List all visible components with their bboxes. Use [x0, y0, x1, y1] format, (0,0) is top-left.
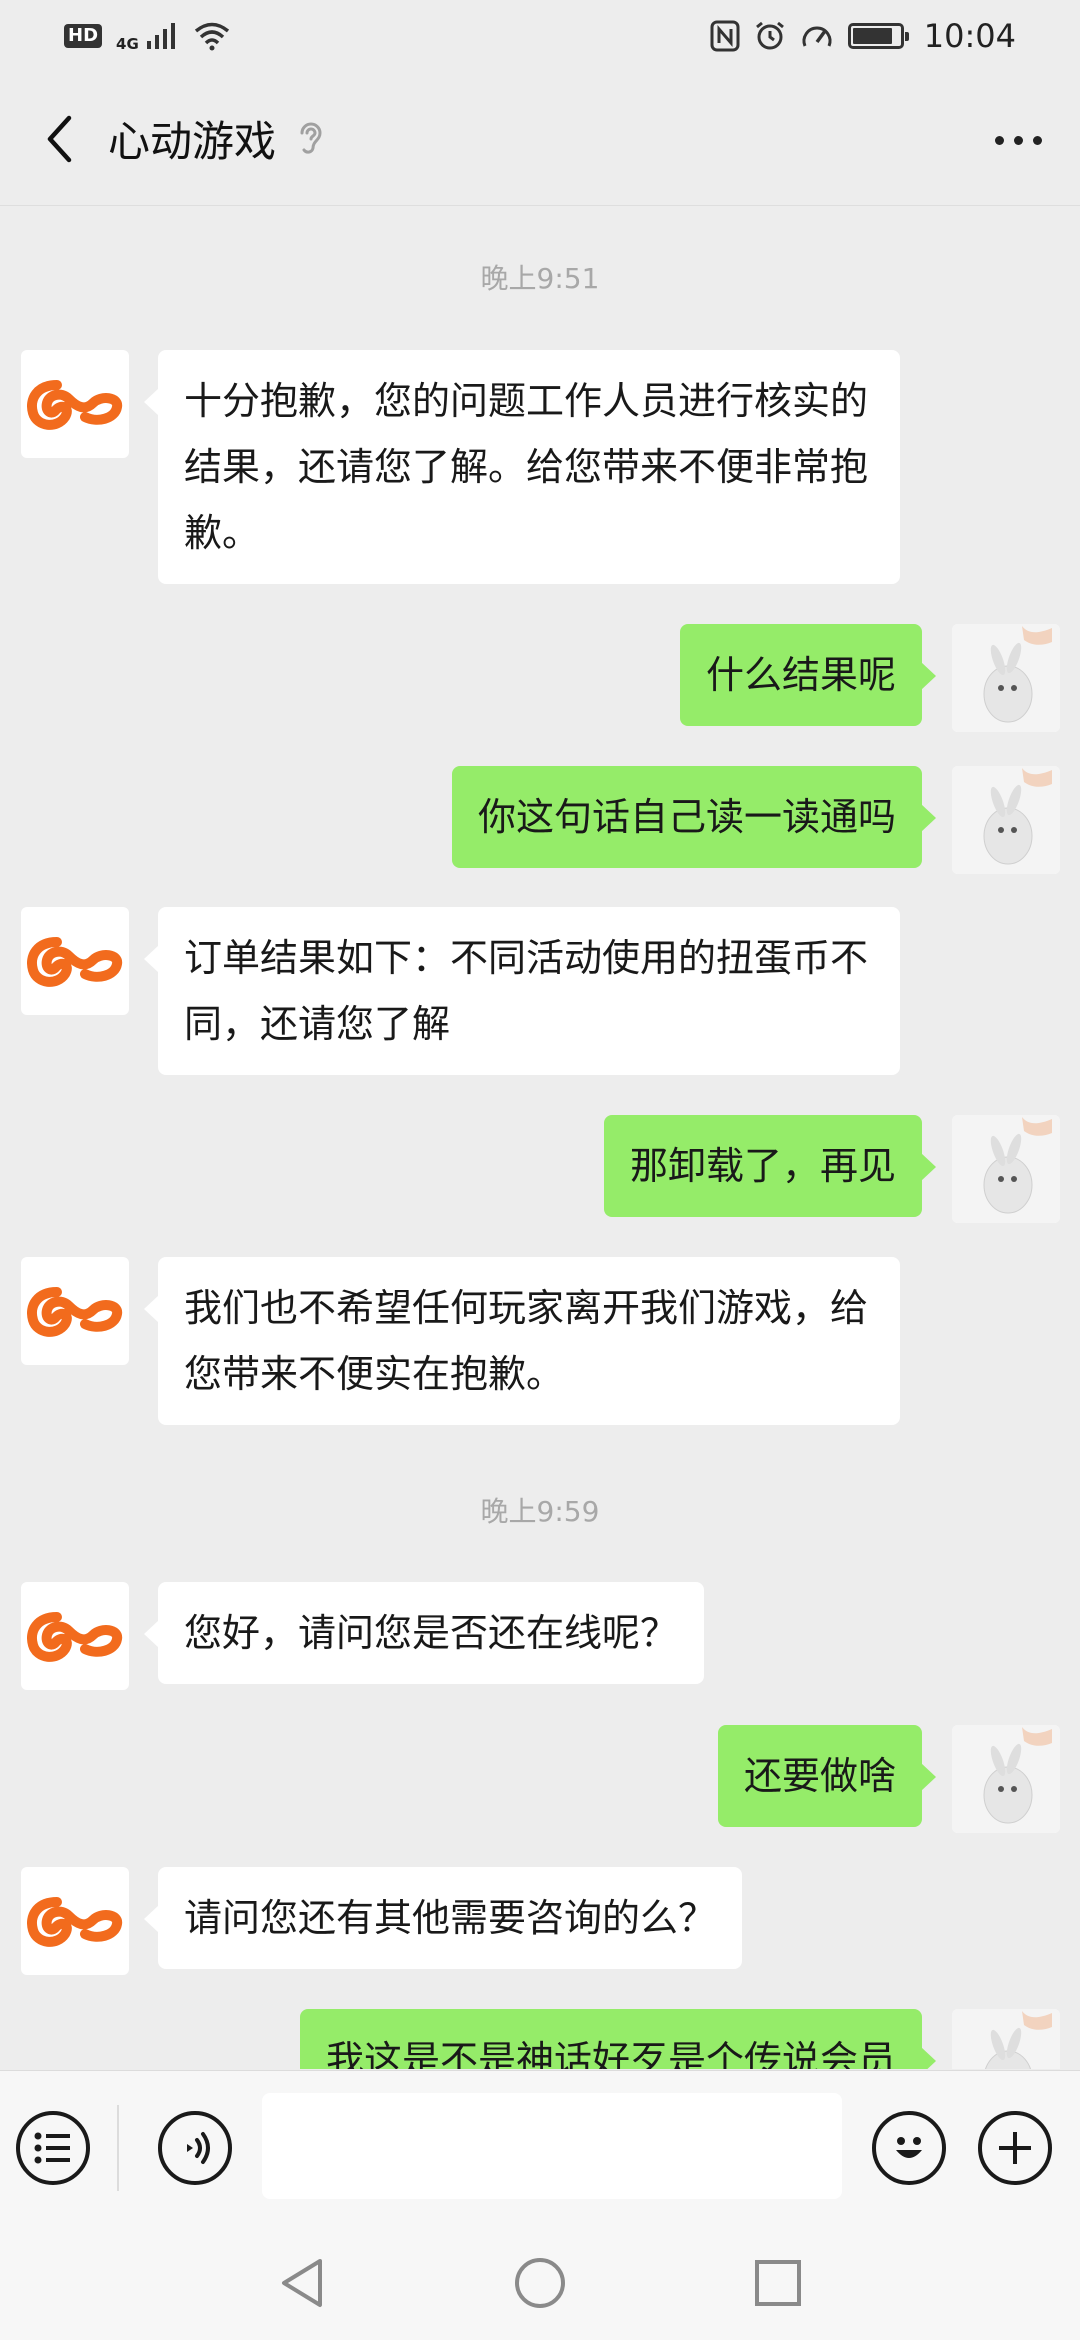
nav-recents-button[interactable]: [746, 2251, 810, 2315]
brand-logo-icon: [27, 937, 123, 987]
rabbit-avatar-icon: [952, 1725, 1060, 1833]
timestamp: 晚上9:51: [480, 262, 600, 295]
more-icon-dot: [994, 135, 1004, 145]
status-bar-right: 10:04: [710, 17, 1016, 55]
plus-icon: [999, 2132, 1031, 2164]
message-input[interactable]: [262, 2093, 842, 2199]
rabbit-avatar-icon: [952, 2009, 1060, 2069]
rabbit-avatar-icon: [952, 1115, 1060, 1223]
nav-back-icon: [282, 2259, 322, 2307]
chat-title: 心动游戏: [108, 117, 277, 166]
nav-home-button[interactable]: [508, 2251, 572, 2315]
status-bar: HD 4G 10:04: [0, 0, 1080, 72]
back-arrow-icon: [47, 115, 72, 162]
rabbit-avatar-icon: [952, 766, 1060, 874]
user-avatar[interactable]: [952, 1115, 1060, 1223]
wifi-icon: [194, 22, 229, 51]
more-button[interactable]: [982, 104, 1054, 176]
nav-back-button[interactable]: [270, 2251, 334, 2315]
system-nav-bar: [0, 2226, 1080, 2340]
brand-logo-icon: [27, 380, 123, 430]
signal-icon: [146, 23, 175, 49]
message-bubble[interactable]: 你这句话自己读一读通吗: [451, 766, 937, 868]
message-bubble[interactable]: 那卸载了，再见: [603, 1115, 937, 1217]
message-bubble[interactable]: 请问您还有其他需要咨询的么？: [143, 1867, 743, 1969]
battery-level: [852, 28, 893, 44]
message-bubble[interactable]: 订单结果如下：不同活动使用的扭蛋币不同，还请您了解: [144, 907, 900, 1075]
emoji-button[interactable]: [872, 2111, 946, 2185]
brand-logo-icon: [27, 1287, 123, 1337]
speed-icon: [802, 26, 832, 47]
nav-home-icon: [515, 2258, 565, 2308]
message-bubble[interactable]: 还要做啥: [717, 1725, 937, 1827]
rabbit-avatar-icon: [952, 624, 1060, 732]
voice-button[interactable]: [158, 2111, 232, 2185]
contact-avatar[interactable]: [21, 1257, 129, 1365]
message-bubble[interactable]: 十分抱歉，您的问题工作人员进行核实的结果，还请您了解。给您带来不便非常抱歉。: [144, 350, 900, 584]
user-avatar[interactable]: [952, 1725, 1060, 1833]
contact-avatar[interactable]: [21, 907, 129, 1015]
alarm-icon: [755, 21, 784, 50]
user-avatar[interactable]: [952, 766, 1060, 874]
emoji-icon: [896, 2137, 922, 2158]
back-button[interactable]: [22, 101, 98, 177]
battery-icon: [847, 23, 909, 49]
list-menu-icon: [34, 2132, 70, 2164]
contact-avatar[interactable]: [21, 1867, 129, 1975]
plus-button[interactable]: [978, 2111, 1052, 2185]
menu-button[interactable]: [16, 2111, 90, 2185]
hd-badge: HD: [64, 24, 103, 48]
nfc-icon: [710, 20, 740, 52]
nav-recents-icon: [755, 2260, 801, 2306]
ear-icon: [296, 119, 326, 159]
input-bar: [0, 2070, 1080, 2226]
message-bubble[interactable]: 我这是不是神话好歹是个传说会员: [299, 2009, 937, 2069]
contact-avatar[interactable]: [21, 350, 129, 458]
input-divider: [117, 2105, 119, 2191]
brand-logo-icon: [27, 1897, 123, 1947]
status-time: 10:04: [923, 17, 1016, 55]
network-type: 4G: [116, 35, 139, 53]
message-bubble[interactable]: 我们也不希望任何玩家离开我们游戏，给您带来不便实在抱歉。: [144, 1257, 900, 1425]
more-icon-dot: [1013, 135, 1023, 145]
user-avatar[interactable]: [952, 2009, 1060, 2069]
brand-logo-icon: [27, 1612, 123, 1662]
message-bubble[interactable]: 什么结果呢: [679, 624, 937, 726]
timestamp: 晚上9:59: [480, 1495, 600, 1528]
status-bar-left: HD 4G: [64, 19, 231, 53]
chat-area[interactable]: 晚上9:51 十分抱歉，您的问题工作人员进行核实的结果，还请您了解。给您带来不便…: [0, 207, 1080, 2069]
contact-avatar[interactable]: [21, 1582, 129, 1690]
chat-header: 心动游戏: [0, 72, 1080, 206]
user-avatar[interactable]: [952, 624, 1060, 732]
message-bubble[interactable]: 您好，请问您是否还在线呢？: [143, 1582, 705, 1684]
more-icon-dot: [1032, 135, 1042, 145]
voice-icon: [187, 2132, 210, 2164]
